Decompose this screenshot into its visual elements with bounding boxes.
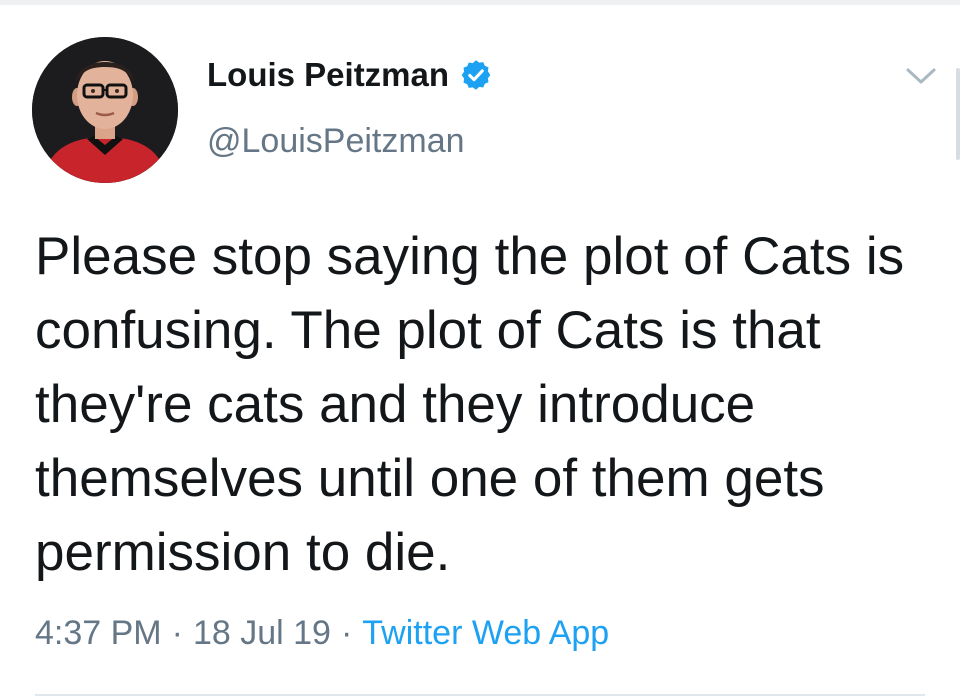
tweet-date[interactable]: 18 Jul 19: [193, 614, 331, 652]
top-border: [0, 0, 960, 5]
chevron-down-icon[interactable]: [904, 64, 938, 88]
avatar-image: [32, 37, 178, 183]
verified-badge-icon: [459, 58, 493, 92]
tweet-time[interactable]: 4:37 PM: [35, 614, 162, 652]
avatar[interactable]: [32, 37, 178, 183]
tweet-source-link[interactable]: Twitter Web App: [362, 614, 609, 652]
scroll-indicator: [956, 68, 960, 160]
tweet-text: Please stop saying the plot of Cats is c…: [35, 227, 905, 582]
bottom-divider: [35, 694, 925, 696]
tweet-metadata: 4:37 PM · 18 Jul 19 · Twitter Web App: [35, 614, 609, 653]
author-handle[interactable]: @LouisPeitzman: [207, 122, 465, 161]
author-name-row[interactable]: Louis Peitzman: [207, 56, 493, 94]
author-name[interactable]: Louis Peitzman: [207, 56, 449, 94]
separator: ·: [171, 614, 183, 652]
separator: ·: [340, 614, 353, 652]
